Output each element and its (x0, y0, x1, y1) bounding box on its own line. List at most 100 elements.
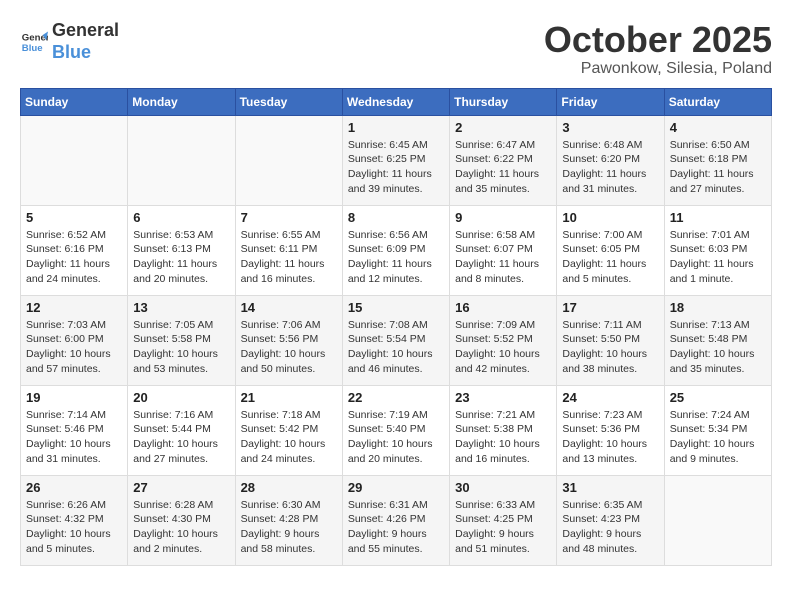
logo: General Blue General Blue (20, 20, 119, 63)
header-sunday: Sunday (21, 88, 128, 115)
day-number: 18 (670, 300, 766, 315)
day-number: 28 (241, 480, 337, 495)
calendar-header: Sunday Monday Tuesday Wednesday Thursday… (21, 88, 772, 115)
day-content: Sunrise: 7:08 AM Sunset: 5:54 PM Dayligh… (348, 318, 444, 377)
day-number: 29 (348, 480, 444, 495)
day-number: 7 (241, 210, 337, 225)
day-content: Sunrise: 7:11 AM Sunset: 5:50 PM Dayligh… (562, 318, 658, 377)
calendar-cell: 12 Sunrise: 7:03 AM Sunset: 6:00 PM Dayli… (21, 295, 128, 385)
calendar-cell: 4 Sunrise: 6:50 AM Sunset: 6:18 PM Daylig… (664, 115, 771, 205)
calendar-cell: 1Sunrise: 6:45 AM Sunset: 6:25 PM Daylig… (342, 115, 449, 205)
calendar-cell: 22 Sunrise: 7:19 AM Sunset: 5:40 PM Dayli… (342, 385, 449, 475)
day-content: Sunrise: 7:16 AM Sunset: 5:44 PM Dayligh… (133, 408, 229, 467)
day-number: 3 (562, 120, 658, 135)
day-number: 20 (133, 390, 229, 405)
calendar-cell: 24 Sunrise: 7:23 AM Sunset: 5:36 PM Dayli… (557, 385, 664, 475)
day-number: 30 (455, 480, 551, 495)
calendar-cell (235, 115, 342, 205)
calendar-cell (128, 115, 235, 205)
day-number: 10 (562, 210, 658, 225)
month-title: October 2025 (544, 20, 772, 60)
day-number: 19 (26, 390, 122, 405)
calendar-cell: 17 Sunrise: 7:11 AM Sunset: 5:50 PM Dayli… (557, 295, 664, 385)
calendar-cell: 2Sunrise: 6:47 AM Sunset: 6:22 PM Daylig… (450, 115, 557, 205)
day-content: Sunrise: 6:53 AM Sunset: 6:13 PM Dayligh… (133, 228, 229, 287)
header-friday: Friday (557, 88, 664, 115)
header-thursday: Thursday (450, 88, 557, 115)
title-block: October 2025 Pawonkow, Silesia, Poland (544, 20, 772, 78)
day-number: 22 (348, 390, 444, 405)
day-number: 31 (562, 480, 658, 495)
day-content: Sunrise: 6:58 AM Sunset: 6:07 PM Dayligh… (455, 228, 551, 287)
calendar-cell: 13Sunrise: 7:05 AM Sunset: 5:58 PM Dayli… (128, 295, 235, 385)
day-content: Sunrise: 6:26 AM Sunset: 4:32 PM Dayligh… (26, 498, 122, 557)
day-number: 1 (348, 120, 444, 135)
day-number: 12 (26, 300, 122, 315)
day-number: 4 (670, 120, 766, 135)
day-content: Sunrise: 7:06 AM Sunset: 5:56 PM Dayligh… (241, 318, 337, 377)
day-number: 16 (455, 300, 551, 315)
day-content: Sunrise: 6:48 AM Sunset: 6:20 PM Dayligh… (562, 138, 658, 197)
day-content: Sunrise: 7:23 AM Sunset: 5:36 PM Dayligh… (562, 408, 658, 467)
calendar-week-3: 12 Sunrise: 7:03 AM Sunset: 6:00 PM Dayli… (21, 295, 772, 385)
calendar-cell: 9 Sunrise: 6:58 AM Sunset: 6:07 PM Daylig… (450, 205, 557, 295)
calendar-cell: 20 Sunrise: 7:16 AM Sunset: 5:44 PM Dayli… (128, 385, 235, 475)
day-number: 5 (26, 210, 122, 225)
day-number: 15 (348, 300, 444, 315)
calendar-cell: 7Sunrise: 6:55 AM Sunset: 6:11 PM Daylig… (235, 205, 342, 295)
day-number: 23 (455, 390, 551, 405)
calendar-cell: 25Sunrise: 7:24 AM Sunset: 5:34 PM Dayli… (664, 385, 771, 475)
day-number: 24 (562, 390, 658, 405)
calendar-cell (21, 115, 128, 205)
calendar-cell: 19 Sunrise: 7:14 AM Sunset: 5:46 PM Dayli… (21, 385, 128, 475)
logo-icon: General Blue (20, 28, 48, 56)
day-content: Sunrise: 6:33 AM Sunset: 4:25 PM Dayligh… (455, 498, 551, 557)
day-number: 9 (455, 210, 551, 225)
logo-text: General Blue (52, 20, 119, 63)
day-number: 25 (670, 390, 766, 405)
day-content: Sunrise: 7:21 AM Sunset: 5:38 PM Dayligh… (455, 408, 551, 467)
day-content: Sunrise: 7:00 AM Sunset: 6:05 PM Dayligh… (562, 228, 658, 287)
calendar-week-5: 26 Sunrise: 6:26 AM Sunset: 4:32 PM Dayli… (21, 475, 772, 565)
header-tuesday: Tuesday (235, 88, 342, 115)
header-wednesday: Wednesday (342, 88, 449, 115)
day-number: 8 (348, 210, 444, 225)
calendar-week-4: 19 Sunrise: 7:14 AM Sunset: 5:46 PM Dayli… (21, 385, 772, 475)
day-number: 26 (26, 480, 122, 495)
calendar-cell: 15 Sunrise: 7:08 AM Sunset: 5:54 PM Dayli… (342, 295, 449, 385)
calendar-cell: 21Sunrise: 7:18 AM Sunset: 5:42 PM Dayli… (235, 385, 342, 475)
day-content: Sunrise: 7:03 AM Sunset: 6:00 PM Dayligh… (26, 318, 122, 377)
day-number: 2 (455, 120, 551, 135)
calendar-cell: 3 Sunrise: 6:48 AM Sunset: 6:20 PM Daylig… (557, 115, 664, 205)
day-number: 21 (241, 390, 337, 405)
day-number: 6 (133, 210, 229, 225)
page-header: General Blue General Blue October 2025 P… (20, 20, 772, 78)
day-content: Sunrise: 6:50 AM Sunset: 6:18 PM Dayligh… (670, 138, 766, 197)
calendar-cell: 5Sunrise: 6:52 AM Sunset: 6:16 PM Daylig… (21, 205, 128, 295)
svg-text:General: General (22, 32, 48, 43)
calendar-table: Sunday Monday Tuesday Wednesday Thursday… (20, 88, 772, 566)
day-content: Sunrise: 6:28 AM Sunset: 4:30 PM Dayligh… (133, 498, 229, 557)
day-content: Sunrise: 7:14 AM Sunset: 5:46 PM Dayligh… (26, 408, 122, 467)
header-row: Sunday Monday Tuesday Wednesday Thursday… (21, 88, 772, 115)
calendar-cell (664, 475, 771, 565)
calendar-cell: 16 Sunrise: 7:09 AM Sunset: 5:52 PM Dayli… (450, 295, 557, 385)
logo-line2: Blue (52, 42, 91, 62)
day-content: Sunrise: 7:19 AM Sunset: 5:40 PM Dayligh… (348, 408, 444, 467)
calendar-cell: 8 Sunrise: 6:56 AM Sunset: 6:09 PM Daylig… (342, 205, 449, 295)
day-number: 27 (133, 480, 229, 495)
day-number: 17 (562, 300, 658, 315)
calendar-cell: 18Sunrise: 7:13 AM Sunset: 5:48 PM Dayli… (664, 295, 771, 385)
calendar-cell: 10 Sunrise: 7:00 AM Sunset: 6:05 PM Dayli… (557, 205, 664, 295)
location: Pawonkow, Silesia, Poland (544, 60, 772, 78)
calendar-cell: 28Sunrise: 6:30 AM Sunset: 4:28 PM Dayli… (235, 475, 342, 565)
calendar-cell: 23 Sunrise: 7:21 AM Sunset: 5:38 PM Dayli… (450, 385, 557, 475)
day-number: 13 (133, 300, 229, 315)
day-content: Sunrise: 6:56 AM Sunset: 6:09 PM Dayligh… (348, 228, 444, 287)
calendar-cell: 14Sunrise: 7:06 AM Sunset: 5:56 PM Dayli… (235, 295, 342, 385)
day-content: Sunrise: 7:09 AM Sunset: 5:52 PM Dayligh… (455, 318, 551, 377)
svg-text:Blue: Blue (22, 42, 43, 53)
calendar-body: 1Sunrise: 6:45 AM Sunset: 6:25 PM Daylig… (21, 115, 772, 565)
calendar-cell: 11Sunrise: 7:01 AM Sunset: 6:03 PM Dayli… (664, 205, 771, 295)
day-content: Sunrise: 6:35 AM Sunset: 4:23 PM Dayligh… (562, 498, 658, 557)
